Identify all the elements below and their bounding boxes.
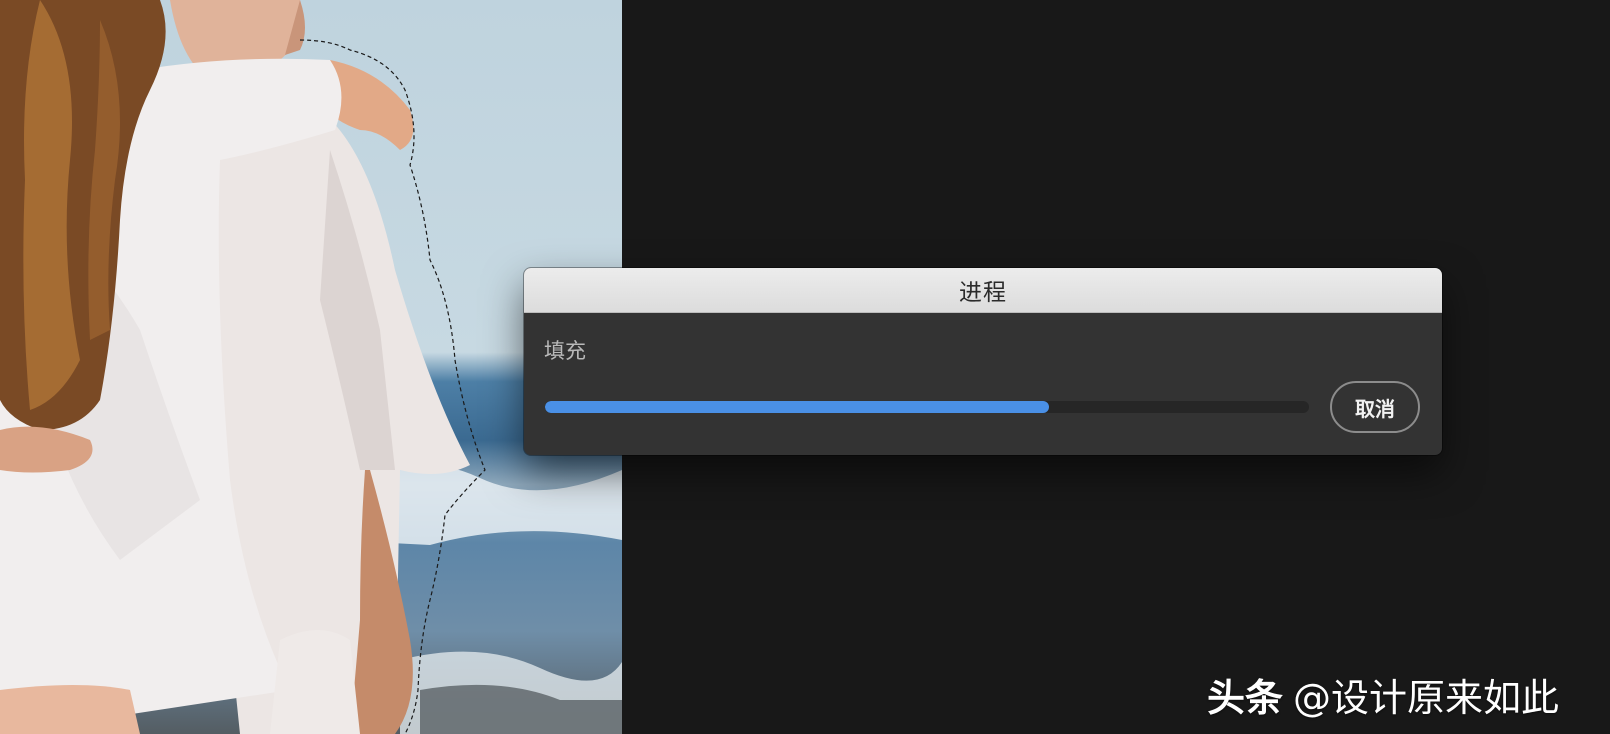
progress-bar: [545, 401, 1309, 413]
workspace-canvas: 进程 填充 取消 头条 @设计原来如此: [0, 0, 1610, 734]
watermark-brand: 头条: [1207, 676, 1284, 720]
dialog-body: 填充 取消: [524, 313, 1442, 455]
dialog-titlebar[interactable]: 进程: [524, 268, 1442, 313]
watermark-handle: @设计原来如此: [1293, 676, 1560, 720]
progress-dialog: 进程 填充 取消: [524, 268, 1442, 455]
cancel-button[interactable]: 取消: [1330, 381, 1420, 433]
progress-fill: [545, 401, 1050, 413]
dialog-title: 进程: [959, 280, 1007, 306]
task-label: 填充: [544, 339, 586, 363]
watermark: 头条 @设计原来如此: [1207, 667, 1559, 722]
